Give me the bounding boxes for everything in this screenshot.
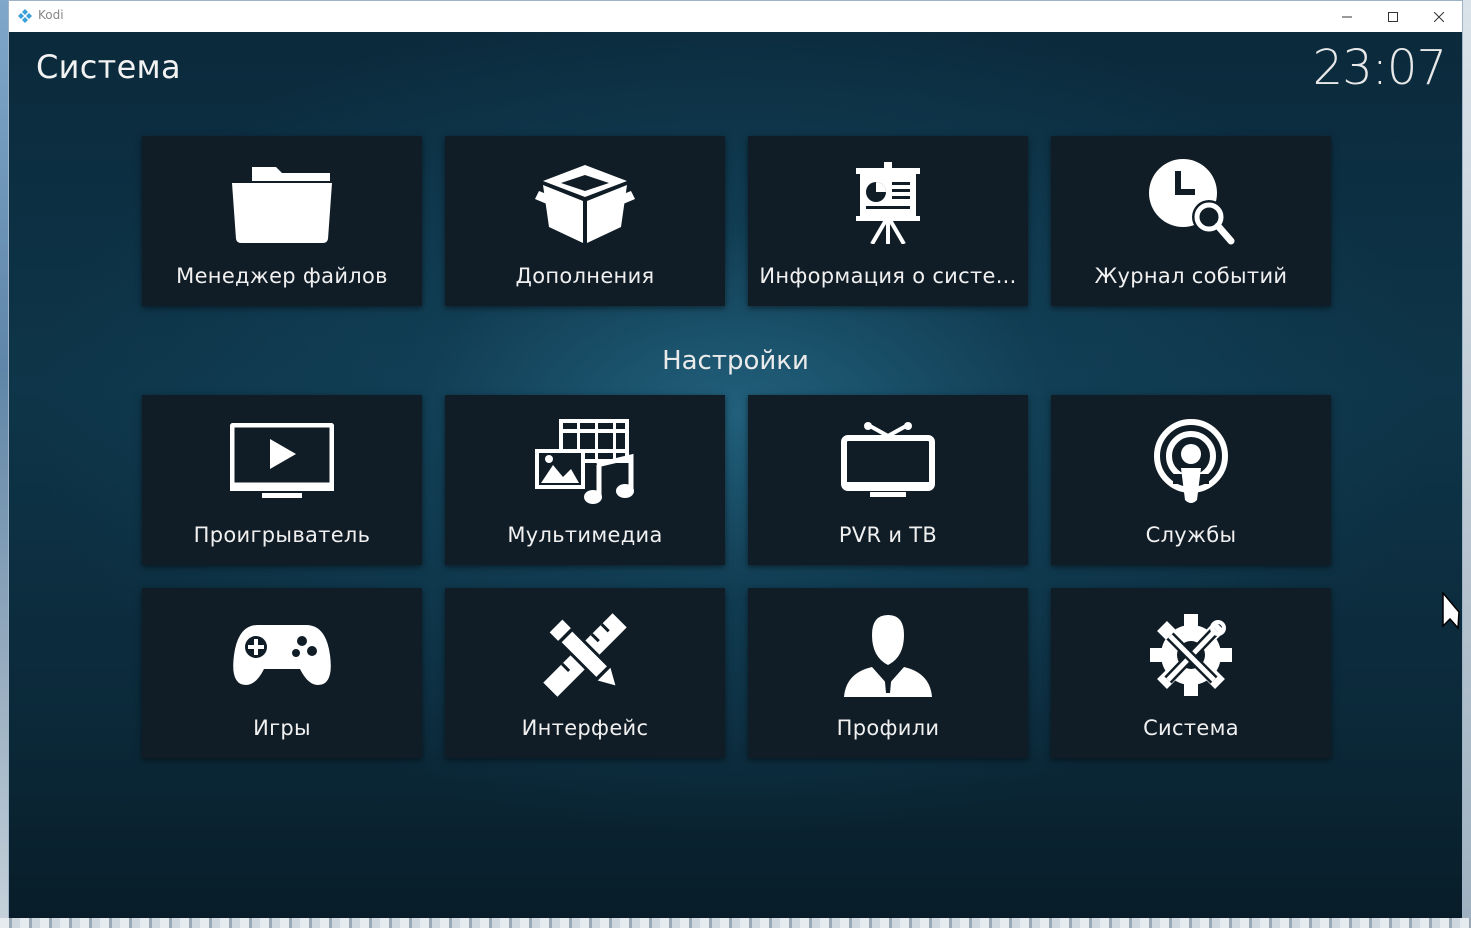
clock: 23:07 xyxy=(1312,40,1447,96)
tile-addons[interactable]: Дополнения xyxy=(445,136,725,306)
gear-tools-icon xyxy=(1051,610,1331,700)
desktop-background-right xyxy=(1463,0,1471,928)
tile-label: Интерфейс xyxy=(521,716,649,740)
tile-label: Профили xyxy=(836,716,940,740)
page-title: Система xyxy=(36,48,181,86)
user-profile-icon xyxy=(748,610,1028,700)
tile-label: Информация о систе... xyxy=(759,264,1017,288)
tile-label: Службы xyxy=(1145,523,1237,547)
media-icon xyxy=(445,417,725,507)
desktop-background-left xyxy=(0,0,8,928)
window-titlebar[interactable]: Kodi xyxy=(9,1,1462,32)
tile-media[interactable]: Мультимедиа xyxy=(445,395,725,565)
tile-system[interactable]: Система xyxy=(1051,588,1331,758)
tile-interface[interactable]: Интерфейс xyxy=(445,588,725,758)
desktop-background-bottom xyxy=(0,918,1471,928)
tile-label: Дополнения xyxy=(515,264,655,288)
pencil-ruler-icon xyxy=(445,610,725,700)
tile-pvr-tv[interactable]: PVR и ТВ xyxy=(748,395,1028,565)
tile-label: Журнал событий xyxy=(1094,264,1288,288)
monitor-play-icon xyxy=(142,417,422,507)
tile-label: Менеджер файлов xyxy=(176,264,388,288)
tile-system-info[interactable]: Информация о систе... xyxy=(748,136,1028,306)
settings-section-label: Настройки xyxy=(662,346,809,376)
kodi-system-screen: Система 23:07 Менеджер файлов Дополнения… xyxy=(9,32,1462,918)
close-button[interactable] xyxy=(1416,1,1462,32)
tile-services[interactable]: Службы xyxy=(1051,395,1331,565)
window-title: Kodi xyxy=(38,8,64,22)
mouse-cursor-icon xyxy=(1442,592,1460,630)
tile-label: PVR и ТВ xyxy=(838,523,938,547)
kodi-logo-icon xyxy=(18,9,32,23)
tile-label: Мультимедиа xyxy=(507,523,663,547)
presentation-board-icon xyxy=(748,158,1028,248)
tile-event-log[interactable]: Журнал событий xyxy=(1051,136,1331,306)
gamepad-icon xyxy=(142,610,422,700)
tile-player[interactable]: Проигрыватель xyxy=(142,395,422,565)
tile-games[interactable]: Игры xyxy=(142,588,422,758)
folder-icon xyxy=(142,158,422,248)
tile-label: Система xyxy=(1143,716,1239,740)
tile-label: Проигрыватель xyxy=(193,523,371,547)
maximize-button[interactable] xyxy=(1370,1,1416,32)
tv-icon xyxy=(748,417,1028,507)
kodi-window: Kodi Система 23:07 Менеджер файлов Допол… xyxy=(8,0,1463,918)
clock-search-icon xyxy=(1051,158,1331,248)
tile-label: Игры xyxy=(253,716,311,740)
minimize-button[interactable] xyxy=(1324,1,1370,32)
broadcast-icon xyxy=(1051,417,1331,507)
box-icon xyxy=(445,158,725,248)
tile-file-manager[interactable]: Менеджер файлов xyxy=(142,136,422,306)
tile-profiles[interactable]: Профили xyxy=(748,588,1028,758)
